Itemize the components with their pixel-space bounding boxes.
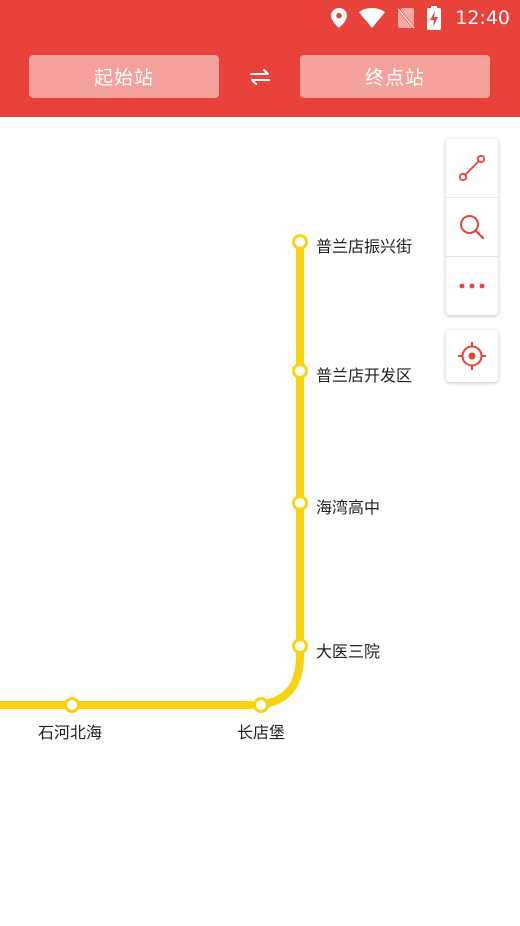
status-bar: 12:40 (331, 4, 510, 32)
locate-button[interactable] (446, 330, 498, 382)
metro-line-canvas (0, 234, 308, 713)
end-station-label: 终点站 (364, 67, 425, 89)
wifi-icon (359, 8, 386, 28)
station-marker[interactable] (292, 495, 308, 511)
swap-arrows-icon (250, 69, 270, 85)
station-marker[interactable] (292, 234, 308, 250)
start-station-button[interactable]: 起始站 (29, 55, 219, 98)
station-label[interactable]: 长店堡 (237, 719, 285, 743)
no-sim-icon (397, 8, 416, 29)
station-marker[interactable] (253, 697, 269, 713)
search-icon (460, 215, 485, 240)
station-marker[interactable] (64, 697, 80, 713)
station-marker[interactable] (292, 638, 308, 654)
station-label[interactable]: 普兰店开发区 (316, 362, 412, 386)
route-icon (458, 154, 486, 182)
more-icon (459, 283, 485, 289)
station-label[interactable]: 石河北海 (38, 719, 102, 743)
metro-line-track (0, 242, 304, 709)
app-header: 12:40 起始站 终点站 (0, 0, 520, 117)
start-station-label: 起始站 (93, 67, 154, 89)
map-toolbox (446, 139, 498, 315)
more-button[interactable] (446, 257, 498, 315)
battery-charging-icon (427, 6, 442, 30)
end-station-button[interactable]: 终点站 (300, 55, 490, 98)
station-label[interactable]: 海湾高中 (316, 494, 380, 518)
locate-icon (458, 342, 486, 370)
search-button[interactable] (446, 198, 498, 256)
location-icon (331, 8, 348, 28)
metro-map[interactable]: 普兰店振兴街 普兰店开发区 海湾高中 大医三院 长店堡 石河北海 (0, 117, 520, 926)
swap-stations-button[interactable] (246, 64, 274, 90)
status-time: 12:40 (455, 7, 510, 29)
station-label[interactable]: 大医三院 (316, 638, 380, 662)
route-button[interactable] (446, 139, 498, 197)
station-marker[interactable] (292, 363, 308, 379)
station-label[interactable]: 普兰店振兴街 (316, 233, 412, 257)
